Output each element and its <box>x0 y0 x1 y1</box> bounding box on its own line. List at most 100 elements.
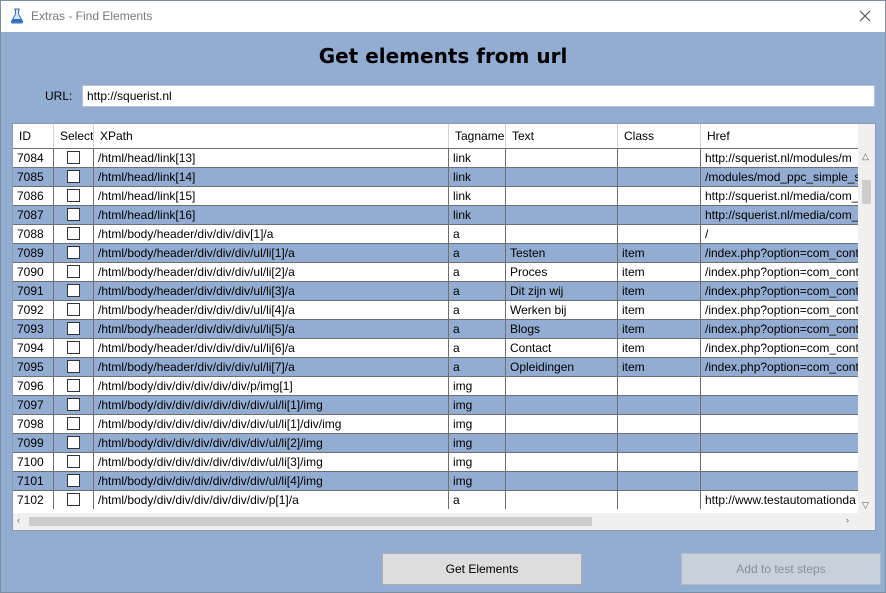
cell-id[interactable]: 7089 <box>13 244 54 262</box>
cell-href[interactable]: /index.php?option=com_cont <box>701 282 859 300</box>
cell-id[interactable]: 7099 <box>13 434 54 452</box>
cell-id[interactable]: 7086 <box>13 187 54 205</box>
cell-xpath[interactable]: /html/body/header/div/div/div/ul/li[1]/a <box>94 244 449 262</box>
cell-class[interactable] <box>618 168 701 186</box>
cell-text[interactable]: Opleidingen <box>506 358 618 376</box>
select-checkbox[interactable] <box>67 322 80 335</box>
cell-tagname[interactable]: a <box>449 244 506 262</box>
select-checkbox[interactable] <box>67 284 80 297</box>
cell-xpath[interactable]: /html/body/div/div/div/div/div/div/ul/li… <box>94 472 449 490</box>
cell-text[interactable] <box>506 491 618 509</box>
cell-id[interactable]: 7094 <box>13 339 54 357</box>
cell-tagname[interactable]: link <box>449 149 506 167</box>
cell-text[interactable] <box>506 168 618 186</box>
cell-xpath[interactable]: /html/head/link[13] <box>94 149 449 167</box>
cell-tagname[interactable]: a <box>449 263 506 281</box>
cell-text[interactable] <box>506 225 618 243</box>
cell-xpath[interactable]: /html/body/div/div/div/div/div/div/ul/li… <box>94 434 449 452</box>
cell-xpath[interactable]: /html/body/header/div/div/div[1]/a <box>94 225 449 243</box>
cell-href[interactable]: /index.php?option=com_cont <box>701 244 859 262</box>
cell-xpath[interactable]: /html/body/div/div/div/div/div/div/ul/li… <box>94 396 449 414</box>
cell-href[interactable]: /index.php?option=com_cont <box>701 263 859 281</box>
select-checkbox[interactable] <box>67 436 80 449</box>
cell-tagname[interactable]: a <box>449 225 506 243</box>
cell-xpath[interactable]: /html/body/div/div/div/div/div/div/p[1]/… <box>94 491 449 509</box>
table-row[interactable]: 7090/html/body/header/div/div/div/ul/li[… <box>13 262 859 281</box>
cell-id[interactable]: 7088 <box>13 225 54 243</box>
cell-class[interactable] <box>618 149 701 167</box>
cell-text[interactable] <box>506 453 618 471</box>
cell-xpath[interactable]: /html/body/header/div/div/div/ul/li[2]/a <box>94 263 449 281</box>
cell-class[interactable]: item <box>618 244 701 262</box>
cell-id[interactable]: 7093 <box>13 320 54 338</box>
cell-href[interactable] <box>701 377 859 395</box>
url-input[interactable] <box>82 85 875 107</box>
cell-id[interactable]: 7087 <box>13 206 54 224</box>
cell-text[interactable]: Blogs <box>506 320 618 338</box>
cell-xpath[interactable]: /html/body/div/div/div/div/div/p/img[1] <box>94 377 449 395</box>
select-checkbox[interactable] <box>67 170 80 183</box>
cell-class[interactable] <box>618 225 701 243</box>
table-row[interactable]: 7097/html/body/div/div/div/div/div/div/u… <box>13 395 859 414</box>
cell-href[interactable]: /modules/mod_ppc_simple_s <box>701 168 859 186</box>
horizontal-scroll-thumb[interactable] <box>29 517 592 526</box>
select-checkbox[interactable] <box>67 303 80 316</box>
cell-tagname[interactable]: img <box>449 453 506 471</box>
select-checkbox[interactable] <box>67 151 80 164</box>
select-checkbox[interactable] <box>67 474 80 487</box>
cell-xpath[interactable]: /html/body/div/div/div/div/div/div/ul/li… <box>94 453 449 471</box>
cell-id[interactable]: 7098 <box>13 415 54 433</box>
table-row[interactable]: 7091/html/body/header/div/div/div/ul/li[… <box>13 281 859 300</box>
cell-class[interactable]: item <box>618 263 701 281</box>
cell-text[interactable] <box>506 396 618 414</box>
cell-id[interactable]: 7102 <box>13 491 54 509</box>
select-checkbox[interactable] <box>67 341 80 354</box>
elements-grid[interactable]: ID Select XPath Tagname Text Class Href … <box>12 123 876 531</box>
cell-xpath[interactable]: /html/body/header/div/div/div/ul/li[3]/a <box>94 282 449 300</box>
cell-tagname[interactable]: img <box>449 472 506 490</box>
close-button[interactable] <box>845 1 885 31</box>
cell-href[interactable]: /index.php?option=com_cont <box>701 358 859 376</box>
cell-xpath[interactable]: /html/body/header/div/div/div/ul/li[7]/a <box>94 358 449 376</box>
cell-text[interactable] <box>506 472 618 490</box>
cell-text[interactable] <box>506 377 618 395</box>
cell-xpath[interactable]: /html/body/div/div/div/div/div/div/ul/li… <box>94 415 449 433</box>
cell-tagname[interactable]: link <box>449 187 506 205</box>
select-checkbox[interactable] <box>67 379 80 392</box>
cell-class[interactable] <box>618 434 701 452</box>
table-row[interactable]: 7095/html/body/header/div/div/div/ul/li[… <box>13 357 859 376</box>
cell-tagname[interactable]: a <box>449 358 506 376</box>
select-checkbox[interactable] <box>67 360 80 373</box>
cell-text[interactable]: Proces <box>506 263 618 281</box>
cell-href[interactable]: /index.php?option=com_cont <box>701 320 859 338</box>
cell-xpath[interactable]: /html/head/link[14] <box>94 168 449 186</box>
select-checkbox[interactable] <box>67 493 80 506</box>
table-row[interactable]: 7096/html/body/div/div/div/div/div/p/img… <box>13 376 859 395</box>
cell-tagname[interactable]: img <box>449 377 506 395</box>
cell-xpath[interactable]: /html/body/header/div/div/div/ul/li[6]/a <box>94 339 449 357</box>
cell-text[interactable] <box>506 149 618 167</box>
select-checkbox[interactable] <box>67 208 80 221</box>
cell-text[interactable]: Werken bij <box>506 301 618 319</box>
cell-text[interactable]: Dit zijn wij <box>506 282 618 300</box>
get-elements-button[interactable]: Get Elements <box>382 553 582 585</box>
select-checkbox[interactable] <box>67 265 80 278</box>
vertical-scroll-thumb[interactable] <box>862 180 871 204</box>
cell-text[interactable] <box>506 206 618 224</box>
cell-id[interactable]: 7095 <box>13 358 54 376</box>
cell-class[interactable] <box>618 377 701 395</box>
table-row[interactable]: 7100/html/body/div/div/div/div/div/div/u… <box>13 452 859 471</box>
cell-class[interactable] <box>618 453 701 471</box>
scroll-down-icon[interactable]: ▽ <box>862 500 869 511</box>
cell-tagname[interactable]: a <box>449 339 506 357</box>
table-row[interactable]: 7086/html/head/link[15] link http://squeri… <box>13 186 859 205</box>
cell-href[interactable] <box>701 472 859 490</box>
cell-id[interactable]: 7084 <box>13 149 54 167</box>
table-row[interactable]: 7084/html/head/link[13] link http://squeri… <box>13 148 859 167</box>
cell-href[interactable]: http://squerist.nl/media/com_ <box>701 187 859 205</box>
cell-id[interactable]: 7097 <box>13 396 54 414</box>
cell-xpath[interactable]: /html/body/header/div/div/div/ul/li[5]/a <box>94 320 449 338</box>
column-header-xpath[interactable]: XPath <box>94 124 449 148</box>
cell-id[interactable]: 7091 <box>13 282 54 300</box>
cell-href[interactable]: http://squerist.nl/media/com_ <box>701 206 859 224</box>
